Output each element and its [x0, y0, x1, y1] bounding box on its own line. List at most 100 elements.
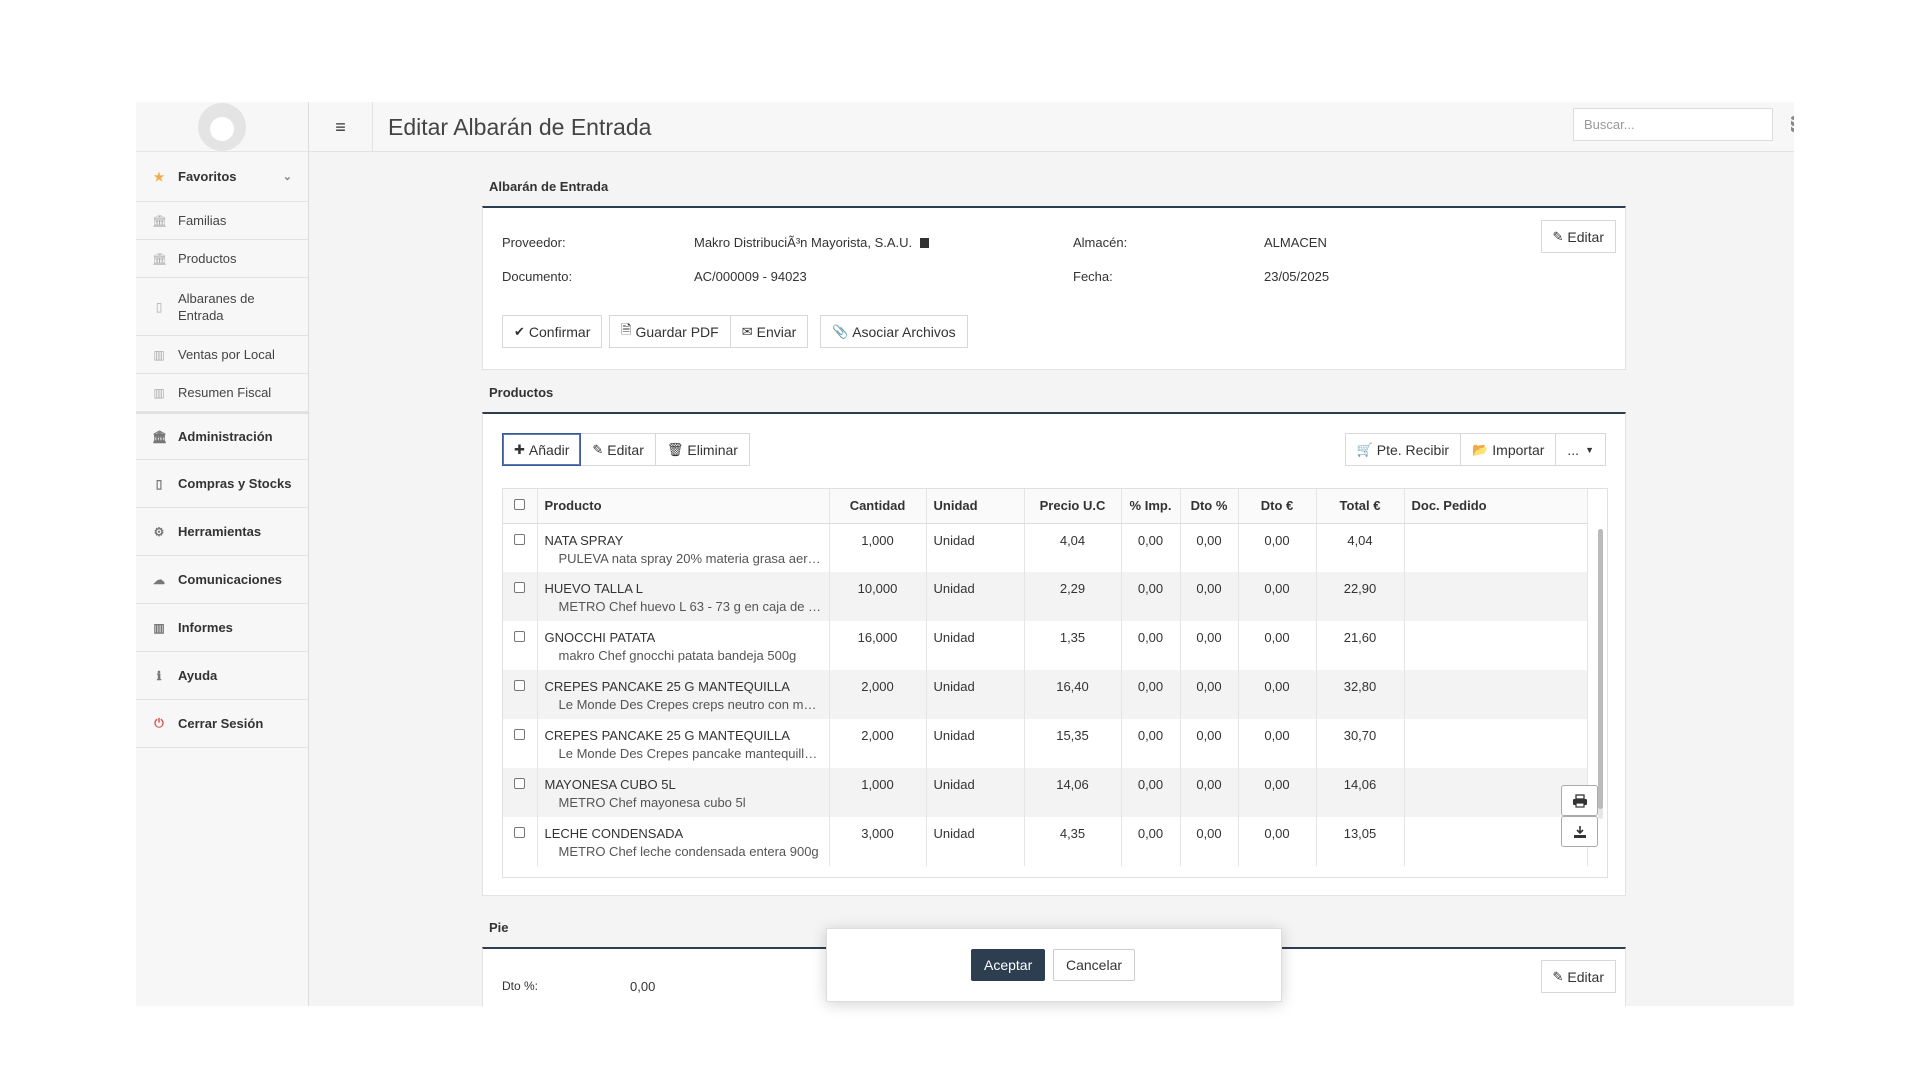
- row-checkbox-cell[interactable]: [503, 719, 538, 768]
- sidebar-item-label: Informes: [178, 620, 233, 635]
- enviar-button[interactable]: ✉ Enviar: [730, 315, 809, 348]
- bank-icon: 🏛: [152, 429, 168, 444]
- sidebar-item-herramientas[interactable]: ⚙ Herramientas: [136, 508, 308, 556]
- scrollbar-thumb[interactable]: [1598, 529, 1603, 809]
- table-row[interactable]: CREPES PANCAKE 25 G MANTEQUILLA Le Monde …: [503, 670, 1588, 719]
- column-header[interactable]: Precio U.C: [1024, 489, 1122, 524]
- confirmar-button[interactable]: ✔ Confirmar: [502, 315, 603, 348]
- cogs-icon: ⚙: [153, 524, 165, 539]
- albaran-edit-button[interactable]: ✎ Editar: [1540, 220, 1616, 253]
- table-row[interactable]: MAYONESA CUBO 5L METRO Chef mayonesa cubo…: [503, 768, 1588, 817]
- editar-producto-button[interactable]: ✎ Editar: [581, 433, 656, 466]
- sidebar-item-informes[interactable]: ▥ Informes: [136, 604, 308, 652]
- table-row[interactable]: HUEVO TALLA L METRO Chef huevo L 63 - 73 …: [503, 572, 1588, 621]
- sidebar-item-compras-y-stocks[interactable]: ▯ Compras y Stocks: [136, 460, 308, 508]
- star-icon: ★: [153, 169, 165, 184]
- sidebar-item-label: Herramientas: [178, 524, 262, 539]
- table-row[interactable]: NATA SPRAY PULEVA nata spray 20% materia …: [503, 523, 1588, 572]
- checkbox[interactable]: [514, 499, 526, 511]
- column-header[interactable]: Dto %: [1180, 489, 1239, 524]
- column-header[interactable]: Cantidad: [829, 489, 927, 524]
- column-header[interactable]: Dto €: [1238, 489, 1317, 524]
- row-checkbox-cell[interactable]: [503, 817, 538, 866]
- table-row[interactable]: GNOCCHI PATATA makro Chef gnocchi patata …: [503, 621, 1588, 670]
- row-checkbox-cell[interactable]: [503, 670, 538, 719]
- hamburger-icon: ≡: [335, 116, 346, 137]
- app-window: ★ Favoritos ⌄ 🏛 Familias 🏛 Productos ▯ Albara…: [136, 102, 1794, 1006]
- sidebar-item-productos[interactable]: 🏛 Productos: [136, 240, 308, 278]
- sidebar-item-ayuda[interactable]: ℹ Ayuda: [136, 652, 308, 700]
- cell-imp: 0,00: [1121, 670, 1181, 719]
- eliminar-label: Eliminar: [687, 441, 738, 458]
- cell-imp: 0,00: [1121, 621, 1181, 670]
- sidebar-item-comunicaciones[interactable]: ☁ Comunicaciones: [136, 556, 308, 604]
- cell-unidad: Unidad: [926, 572, 1025, 621]
- productos-table: Producto Cantidad Unidad Precio U.C% Imp. Dt…: [502, 488, 1608, 878]
- sidebar-item-ventas-por-local[interactable]: ▥ Ventas por Local: [136, 336, 308, 374]
- sidebar-item-familias[interactable]: 🏛 Familias: [136, 202, 308, 240]
- productos-section-title: Productos: [489, 385, 554, 400]
- fecha-value: 23/05/2025: [1264, 269, 1330, 284]
- cell-dto-pct: 0,00: [1180, 621, 1239, 670]
- download-button[interactable]: [1561, 816, 1598, 847]
- pie-edit-button[interactable]: ✎ Editar: [1540, 960, 1616, 993]
- eliminar-button[interactable]: 🗑 Eliminar: [655, 433, 750, 466]
- product-cell: LECHE CONDENSADA METRO Chef leche condens…: [537, 817, 830, 866]
- row-checkbox-cell[interactable]: [503, 621, 538, 670]
- column-header[interactable]: Unidad: [926, 489, 1025, 524]
- sidebar-item-albaranes-de-entrada[interactable]: ▯ Albaranes de Entrada: [136, 278, 308, 336]
- row-checkbox-cell[interactable]: [503, 768, 538, 817]
- row-checkbox[interactable]: [514, 582, 526, 593]
- print-button[interactable]: [1561, 785, 1598, 816]
- column-header[interactable]: Doc. Pedido: [1404, 489, 1588, 524]
- row-checkbox[interactable]: [514, 729, 526, 740]
- cell-doc: [1404, 817, 1588, 866]
- aceptar-button[interactable]: Aceptar: [971, 949, 1046, 981]
- anadir-button[interactable]: ✚ Añadir: [502, 433, 582, 466]
- row-checkbox[interactable]: [514, 778, 526, 789]
- more-dropdown-button[interactable]: ... ▼: [1556, 433, 1606, 466]
- column-header[interactable]: Total €: [1316, 489, 1405, 524]
- row-checkbox[interactable]: [514, 827, 526, 838]
- bar-chart-icon: ▥: [153, 385, 165, 400]
- pte-recibir-button[interactable]: 🛒 Pte. Recibir: [1344, 433, 1462, 466]
- asociar-label: Asociar Archivos: [852, 323, 956, 340]
- productos-panel: ✚ Añadir ✎ Editar 🗑 Eliminar 🛒 Pte. Recibir …: [482, 412, 1626, 896]
- sidebar-item-label: Favoritos: [178, 169, 237, 184]
- cell-cantidad: 3,000: [829, 817, 927, 866]
- cell-precio: 4,35: [1024, 817, 1122, 866]
- paperclip-icon: 📎: [832, 323, 849, 339]
- product-cell: HUEVO TALLA L METRO Chef huevo L 63 - 73 …: [537, 572, 830, 621]
- albaran-edit-label: Editar: [1567, 228, 1604, 245]
- row-checkbox-cell[interactable]: [503, 523, 538, 572]
- cell-total: 30,70: [1316, 719, 1405, 768]
- row-checkbox-cell[interactable]: [503, 572, 538, 621]
- column-header[interactable]: Producto: [537, 489, 830, 524]
- plus-icon: ✚: [514, 441, 525, 457]
- file-pdf-icon: 🗎: [621, 321, 632, 337]
- albaran-panel: Proveedor: Makro DistribuciÃ³n Mayorista…: [482, 206, 1626, 370]
- search-input[interactable]: [1573, 108, 1773, 141]
- row-checkbox[interactable]: [514, 631, 526, 642]
- row-checkbox[interactable]: [514, 533, 526, 545]
- sidebar-item-administración[interactable]: 🏛 Administración: [136, 412, 308, 460]
- table-row[interactable]: CREPES PANCAKE 25 G MANTEQUILLA Le Monde …: [503, 719, 1588, 768]
- sidebar-item-label: Administración: [178, 429, 273, 444]
- row-checkbox[interactable]: [514, 680, 526, 691]
- cancelar-button[interactable]: Cancelar: [1053, 949, 1136, 981]
- guardar-pdf-button[interactable]: 🗎 Guardar PDF: [609, 315, 731, 348]
- note-icon[interactable]: [919, 238, 929, 248]
- column-header[interactable]: % Imp.: [1121, 489, 1181, 524]
- sidebar-item-label: Ayuda: [178, 668, 218, 683]
- sidebar-item-cerrar-sesión[interactable]: ⏻ Cerrar Sesión: [136, 700, 308, 748]
- asociar-archivos-button[interactable]: 📎 Asociar Archivos: [820, 315, 968, 348]
- menu-toggle-button[interactable]: ≡: [309, 102, 373, 152]
- cell-unidad: Unidad: [926, 523, 1025, 572]
- select-all-checkbox[interactable]: [503, 489, 538, 524]
- sidebar-item-resumen-fiscal[interactable]: ▥ Resumen Fiscal: [136, 374, 308, 412]
- importar-button[interactable]: 📂 Importar: [1461, 433, 1557, 466]
- sidebar-item-favoritos[interactable]: ★ Favoritos ⌄: [136, 152, 308, 202]
- database-icon[interactable]: [1787, 112, 1794, 138]
- sidebar-logo[interactable]: [136, 102, 308, 152]
- table-row[interactable]: LECHE CONDENSADA METRO Chef leche condens…: [503, 817, 1588, 866]
